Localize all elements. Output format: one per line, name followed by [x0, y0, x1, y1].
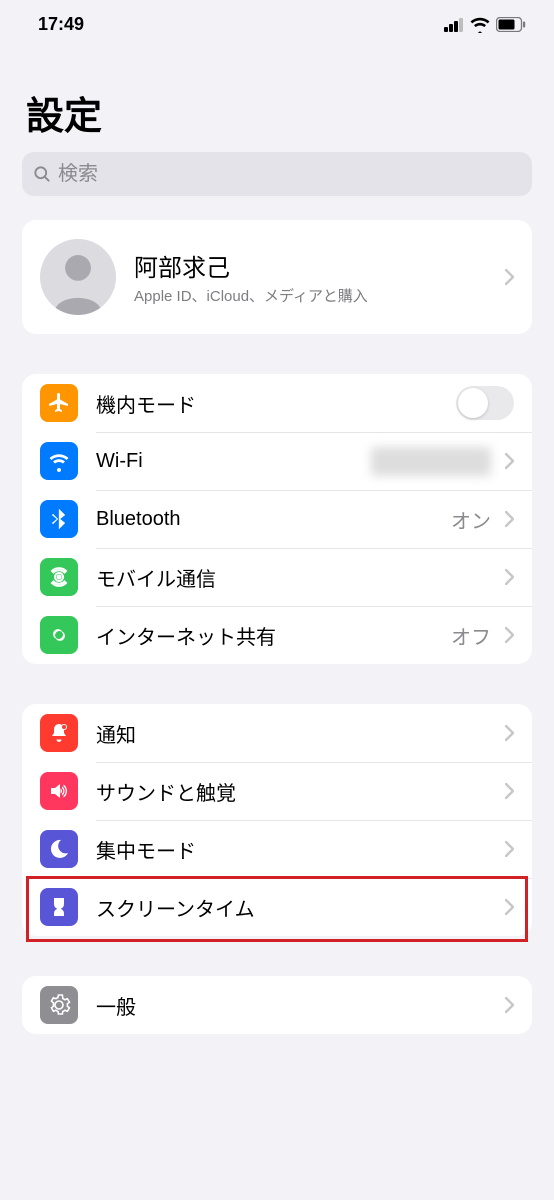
bluetooth-row[interactable]: Bluetooth オン [22, 490, 532, 548]
cellular-settings-icon [40, 558, 78, 596]
chevron-right-icon [505, 627, 514, 643]
chevron-right-icon [505, 569, 514, 585]
chevron-right-icon [505, 899, 514, 915]
search-icon [32, 164, 52, 184]
search-input[interactable] [58, 163, 522, 186]
cellular-row[interactable]: モバイル通信 [22, 548, 532, 606]
status-bar: 17:49 [0, 0, 554, 45]
sounds-icon [40, 772, 78, 810]
profile-text: 阿部求己 Apple ID、iCloud、メディアと購入 [134, 248, 499, 307]
chevron-right-icon [505, 511, 514, 527]
profile-name: 阿部求己 [134, 248, 499, 283]
search-bar[interactable] [22, 152, 532, 196]
chevron-right-icon [505, 997, 514, 1013]
battery-icon [496, 17, 526, 32]
focus-label: 集中モード [96, 835, 499, 864]
screentime-icon [40, 888, 78, 926]
airplane-toggle[interactable] [456, 386, 514, 420]
sounds-label: サウンドと触覚 [96, 777, 499, 806]
status-time: 17:49 [38, 14, 84, 35]
cellular-label: モバイル通信 [96, 563, 499, 592]
profile-group: 阿部求己 Apple ID、iCloud、メディアと購入 [22, 220, 532, 334]
wifi-label: Wi-Fi [96, 450, 371, 473]
chevron-right-icon [505, 453, 514, 469]
page-title: 設定 [22, 85, 532, 140]
hotspot-icon [40, 616, 78, 654]
status-indicators [444, 17, 526, 33]
focus-icon [40, 830, 78, 868]
hotspot-value: オフ [451, 621, 491, 650]
general-row[interactable]: 一般 [22, 976, 532, 1034]
sounds-row[interactable]: サウンドと触覚 [22, 762, 532, 820]
wifi-value [371, 447, 491, 476]
chevron-right-icon [505, 841, 514, 857]
notifications-row[interactable]: 通知 [22, 704, 532, 762]
notifications-icon [40, 714, 78, 752]
focus-row[interactable]: 集中モード [22, 820, 532, 878]
wifi-settings-icon [40, 442, 78, 480]
profile-subtitle: Apple ID、iCloud、メディアと購入 [134, 287, 499, 307]
avatar [40, 239, 116, 315]
notifications-label: 通知 [96, 719, 499, 748]
chevron-right-icon [505, 269, 514, 285]
general-group: 一般 [22, 976, 532, 1034]
screentime-row[interactable]: スクリーンタイム [22, 878, 532, 936]
apple-id-row[interactable]: 阿部求己 Apple ID、iCloud、メディアと購入 [22, 220, 532, 334]
connectivity-group: 機内モード Wi-Fi Bluetooth オン モバイル通信 [22, 374, 532, 664]
cellular-icon [444, 18, 464, 32]
chevron-right-icon [505, 783, 514, 799]
general-icon [40, 986, 78, 1024]
bluetooth-icon [40, 500, 78, 538]
screentime-label: スクリーンタイム [96, 893, 499, 922]
hotspot-row[interactable]: インターネット共有 オフ [22, 606, 532, 664]
hotspot-label: インターネット共有 [96, 621, 451, 650]
wifi-row[interactable]: Wi-Fi [22, 432, 532, 490]
airplane-icon [40, 384, 78, 422]
airplane-label: 機内モード [96, 389, 456, 418]
bluetooth-label: Bluetooth [96, 508, 451, 531]
bluetooth-value: オン [451, 505, 491, 534]
general-label: 一般 [96, 991, 499, 1020]
airplane-mode-row[interactable]: 機内モード [22, 374, 532, 432]
wifi-icon [470, 17, 490, 33]
notifications-group: 通知 サウンドと触覚 集中モード スクリーンタイム [22, 704, 532, 936]
chevron-right-icon [505, 725, 514, 741]
